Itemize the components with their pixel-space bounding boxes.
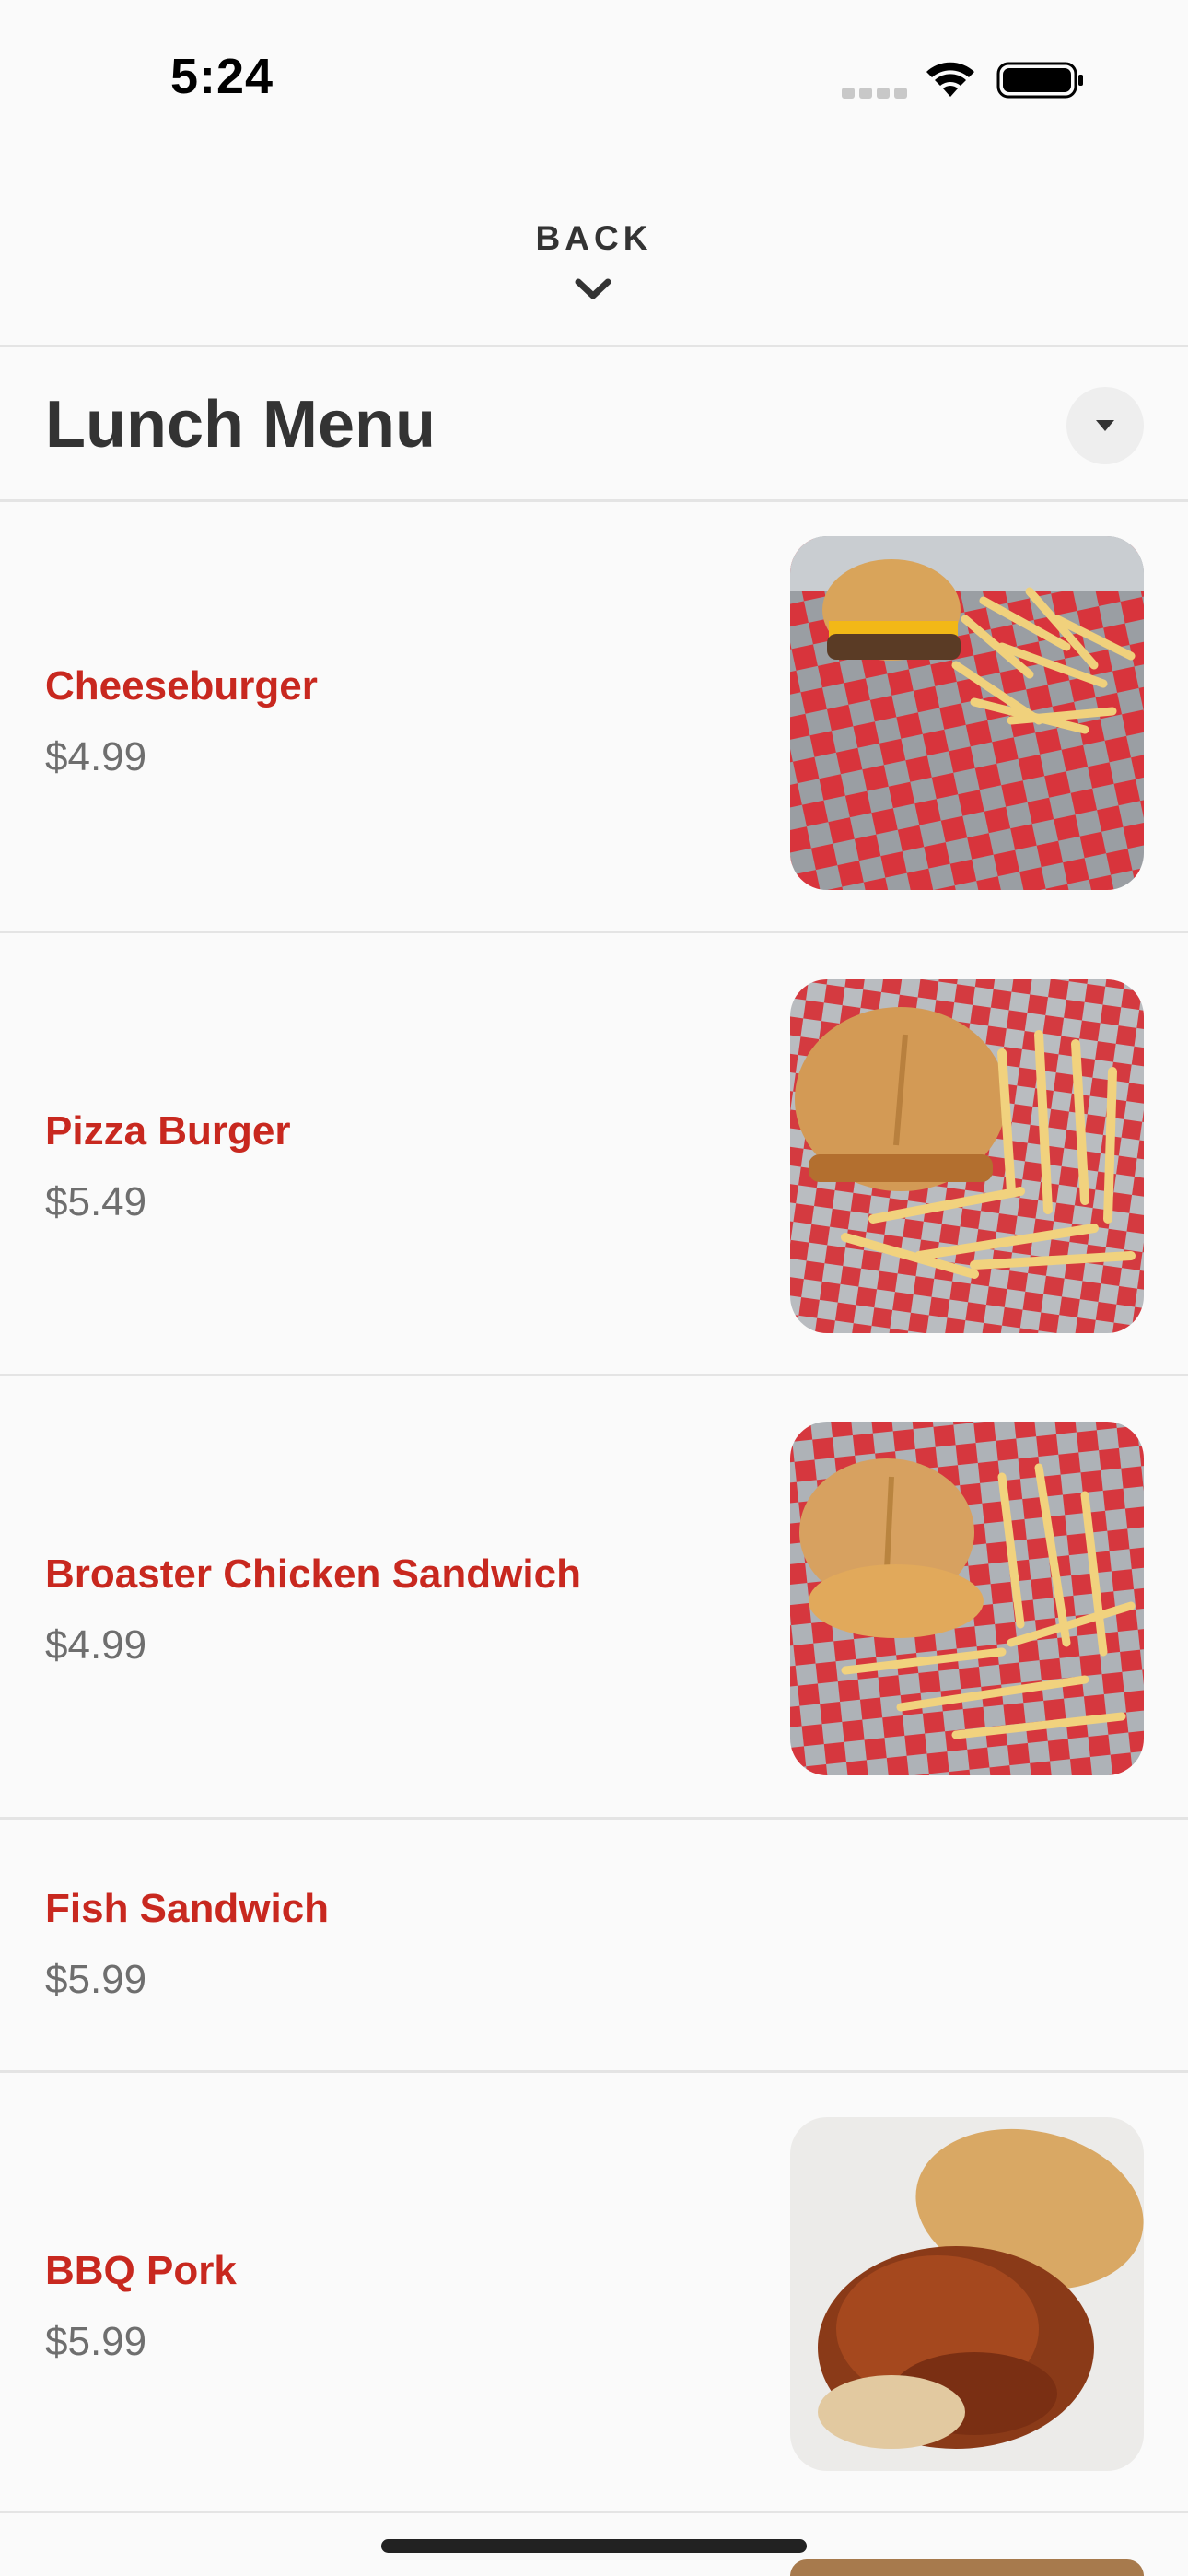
item-name: Broaster Chicken Sandwich — [45, 1551, 581, 1597]
item-name: Fish Sandwich — [45, 1886, 330, 1931]
divider — [0, 345, 1188, 347]
battery-icon — [996, 62, 1083, 99]
status-bar: 5:24 — [0, 0, 1188, 157]
list-item[interactable]: Fish Sandwich $5.99 — [0, 1820, 1188, 2070]
item-photo — [790, 979, 1144, 1333]
page-title: Lunch Menu — [45, 388, 436, 462]
list-item[interactable]: Broaster Chicken Sandwich $4.99 — [0, 1376, 1188, 1817]
item-price: $5.99 — [45, 2319, 147, 2364]
cellular-signal-icon — [842, 87, 912, 103]
item-price: $5.49 — [45, 1179, 147, 1224]
item-photo — [790, 2559, 1144, 2576]
divider — [0, 2511, 1188, 2513]
status-time: 5:24 — [170, 49, 274, 104]
list-item[interactable]: Cheeseburger $4.99 — [0, 502, 1188, 931]
item-name: Pizza Burger — [45, 1108, 291, 1153]
menu-dropdown-button[interactable] — [1066, 387, 1144, 464]
item-price: $4.99 — [45, 734, 147, 779]
chevron-down-icon[interactable] — [573, 276, 613, 302]
list-item[interactable]: Pizza Burger $5.49 — [0, 933, 1188, 1374]
item-photo — [790, 2117, 1144, 2471]
home-indicator[interactable] — [381, 2539, 807, 2553]
item-name: Cheeseburger — [45, 663, 318, 708]
item-price: $4.99 — [45, 1622, 147, 1668]
back-button[interactable]: BACK — [0, 219, 1188, 258]
caret-down-icon — [1096, 420, 1114, 431]
list-item[interactable]: BBQ Pork $5.99 — [0, 2073, 1188, 2511]
item-price: $5.99 — [45, 1957, 147, 2002]
item-name: BBQ Pork — [45, 2248, 237, 2293]
wifi-icon — [926, 62, 974, 97]
item-photo — [790, 1422, 1144, 1775]
item-photo — [790, 536, 1144, 890]
